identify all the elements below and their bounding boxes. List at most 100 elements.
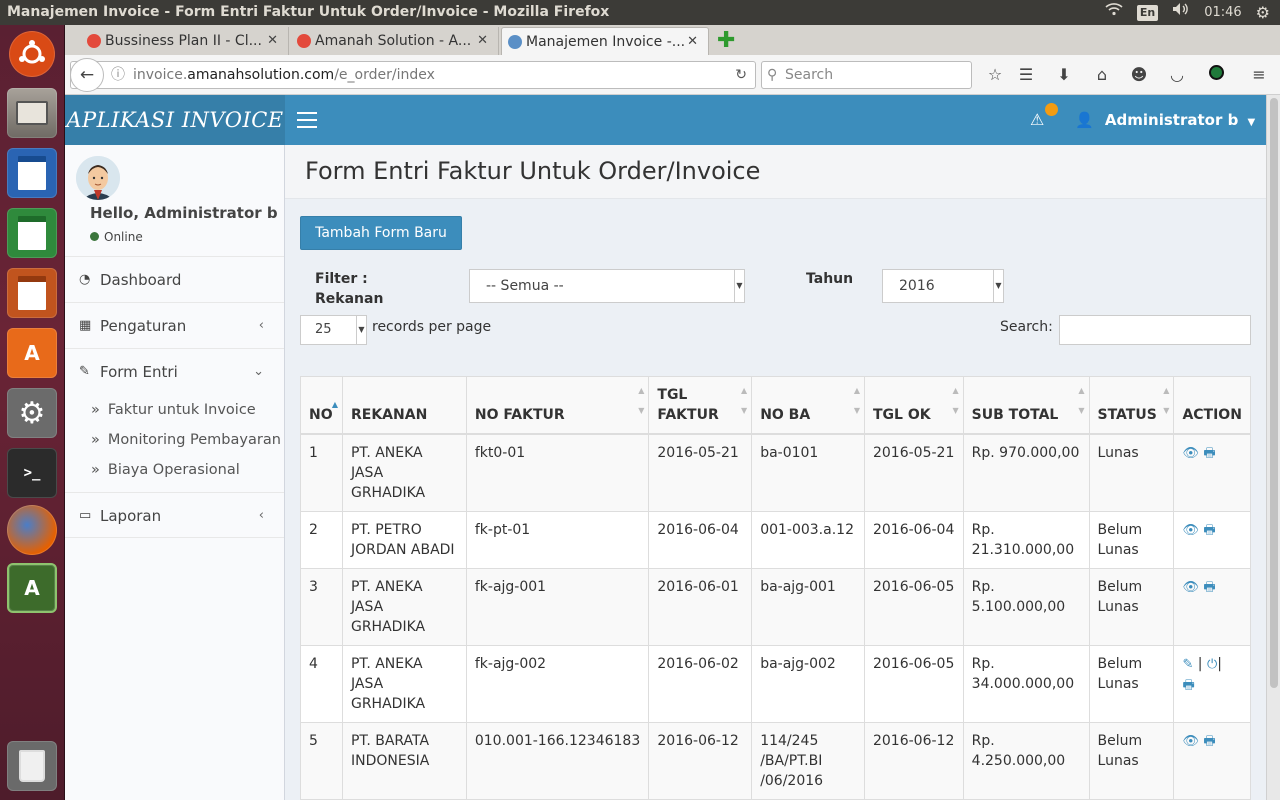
- close-icon[interactable]: ✕: [477, 27, 488, 55]
- table-header-row: NO ▲ REKANAN NO FAKTUR ▲ ▼ TGL FAKTUR ▲ ▼ NO …: [300, 376, 1251, 435]
- chat-icon[interactable]: ☻: [1129, 65, 1149, 84]
- star-icon[interactable]: ☆: [985, 65, 1005, 84]
- page-size-select[interactable]: 25 ▼: [300, 315, 367, 345]
- print-icon[interactable]: 🖶: [1203, 523, 1215, 538]
- cell-tgl-faktur: 2016-06-01: [648, 568, 753, 646]
- tab-amanah-solution[interactable]: Amanah Solution - A... ✕: [291, 27, 499, 55]
- impress-icon[interactable]: [7, 268, 57, 318]
- print-icon[interactable]: 🖶: [1182, 678, 1194, 693]
- view-icon[interactable]: 👁: [1182, 580, 1199, 595]
- edit-icon: ✎: [79, 364, 90, 379]
- calc-icon[interactable]: [7, 208, 57, 258]
- rekanan-select[interactable]: -- Semua -- ▼: [469, 269, 745, 303]
- col-header-no-ba[interactable]: NO BA ▲ ▼: [751, 376, 865, 435]
- year-select[interactable]: 2016 ▼: [882, 269, 1004, 303]
- cell-subtotal: Rp. 5.100.000,00: [962, 568, 1090, 646]
- reload-icon[interactable]: ↻: [735, 62, 747, 88]
- pocket-icon[interactable]: ◡: [1167, 65, 1187, 84]
- scrollbar-thumb[interactable]: [1270, 98, 1278, 688]
- submenu-biaya[interactable]: » Biaya Operasional: [65, 460, 284, 492]
- col-header-sub-total[interactable]: SUB TOTAL ▲ ▼: [962, 376, 1090, 435]
- updater-icon[interactable]: A: [7, 563, 57, 613]
- user-menu[interactable]: 👤 Administrator b ▼: [1075, 95, 1255, 145]
- sidebar-toggle-icon[interactable]: [297, 112, 317, 128]
- view-icon[interactable]: 👁: [1182, 446, 1199, 461]
- col-header-rekanan[interactable]: REKANAN: [341, 376, 467, 435]
- cell-tgl-ok: 2016-06-12: [863, 722, 964, 800]
- col-header-tgl-ok[interactable]: TGL OK ▲ ▼: [863, 376, 964, 435]
- ubuntu-dash-icon[interactable]: [9, 31, 55, 77]
- menu-icon[interactable]: ≡: [1249, 65, 1269, 84]
- clock[interactable]: 01:46: [1204, 0, 1241, 25]
- system-settings-icon[interactable]: ⚙: [7, 388, 57, 438]
- col-header-label: NO FAKTUR: [474, 407, 565, 423]
- close-icon[interactable]: ✕: [267, 27, 278, 55]
- sidebar-item-dashboard[interactable]: ◔ Dashboard: [65, 257, 284, 303]
- close-icon[interactable]: ✕: [687, 28, 698, 55]
- page-title: Form Entri Faktur Untuk Order/Invoice: [305, 157, 761, 185]
- url-bar[interactable]: invoice.amanahsolution.com/e_order/index…: [70, 61, 756, 89]
- sort-icon: ▲ ▼: [741, 386, 748, 415]
- volume-icon[interactable]: [1172, 0, 1190, 25]
- back-button[interactable]: ←: [70, 58, 104, 92]
- wifi-icon[interactable]: [1105, 0, 1123, 25]
- col-header-tgl-faktur[interactable]: TGL FAKTUR ▲ ▼: [648, 376, 753, 435]
- firefox-icon[interactable]: [7, 505, 57, 555]
- status-text: Online: [104, 230, 143, 244]
- grid-icon: ▦: [79, 318, 92, 333]
- print-icon[interactable]: 🖶: [1203, 446, 1215, 461]
- cell-tgl-faktur: 2016-06-04: [648, 511, 753, 569]
- col-header-action: ACTION: [1173, 376, 1251, 435]
- sidebar-item-pengaturan[interactable]: ▦ Pengaturan ‹: [65, 303, 284, 349]
- new-tab-button[interactable]: ✚: [717, 28, 735, 53]
- cell-text: Belum Lunas: [1097, 579, 1143, 615]
- submenu-faktur[interactable]: » Faktur untuk Invoice: [65, 395, 284, 430]
- cell-text: Belum Lunas: [1097, 733, 1143, 769]
- cell-status: Belum Lunas: [1088, 722, 1175, 800]
- download-icon[interactable]: ⬇: [1054, 65, 1074, 84]
- tab-manajemen-invoice[interactable]: Manajemen Invoice -... ✕: [501, 27, 709, 55]
- cell-no: 1: [300, 433, 343, 512]
- cell-tgl-faktur: 2016-05-21: [648, 433, 753, 512]
- reading-list-icon[interactable]: ☰: [1016, 65, 1036, 84]
- cell-faktur: fk-ajg-001: [465, 568, 650, 646]
- edit-icon[interactable]: ✎: [1182, 657, 1193, 672]
- extension-icon[interactable]: [1206, 65, 1226, 84]
- page-scrollbar[interactable]: [1266, 95, 1280, 800]
- writer-icon[interactable]: [7, 148, 57, 198]
- trash-icon[interactable]: [7, 741, 57, 791]
- warning-icon[interactable]: ⚠: [1030, 110, 1044, 129]
- cell-text: Rp. 34.000.000,00: [971, 656, 1075, 692]
- keyboard-layout-indicator[interactable]: En: [1136, 4, 1159, 21]
- tab-business-plan[interactable]: Bussiness Plan II - Cl... ✕: [81, 27, 289, 55]
- gear-icon[interactable]: ⚙: [1256, 0, 1270, 25]
- files-icon[interactable]: [7, 88, 57, 138]
- url-prefix: invoice.: [133, 67, 188, 83]
- print-icon[interactable]: 🖶: [1203, 580, 1215, 595]
- col-header-no-faktur[interactable]: NO FAKTUR ▲ ▼: [465, 376, 650, 435]
- cell-text: PT. ANEKA JASA GRHADIKA: [350, 579, 426, 635]
- cell-rekanan: PT. ANEKA JASA GRHADIKA: [341, 645, 467, 723]
- submenu-monitoring[interactable]: » Monitoring Pembayaran: [65, 430, 284, 460]
- print-icon[interactable]: 🖶: [1203, 734, 1215, 749]
- home-icon[interactable]: ⌂: [1092, 65, 1112, 84]
- cell-no: 4: [300, 645, 343, 723]
- power-icon[interactable]: ⏻: [1207, 657, 1217, 672]
- app-logo[interactable]: APLIKASI INVOICE: [65, 95, 285, 145]
- terminal-icon[interactable]: >_: [7, 448, 57, 498]
- cell-action: 👁 🖶: [1173, 568, 1251, 646]
- sidebar-item-form-entri[interactable]: ✎ Form Entri ⌄: [65, 349, 284, 395]
- add-form-button[interactable]: Tambah Form Baru: [300, 216, 462, 250]
- sidebar-item-laporan[interactable]: ▭ Laporan ‹: [65, 492, 284, 538]
- col-header-no[interactable]: NO ▲: [300, 376, 343, 435]
- search-box[interactable]: ⚲ Search: [761, 61, 972, 89]
- tab-label: Manajemen Invoice -...: [526, 34, 686, 50]
- table-search-input[interactable]: [1059, 315, 1251, 345]
- status-dot-icon: [90, 232, 99, 241]
- info-icon[interactable]: ⓘ: [111, 62, 125, 88]
- view-icon[interactable]: 👁: [1182, 523, 1199, 538]
- software-center-icon[interactable]: A: [7, 328, 57, 378]
- cell-rekanan: PT. PETRO JORDAN ABADI: [341, 511, 467, 569]
- col-header-status[interactable]: STATUS ▲ ▼: [1088, 376, 1175, 435]
- view-icon[interactable]: 👁: [1182, 734, 1199, 749]
